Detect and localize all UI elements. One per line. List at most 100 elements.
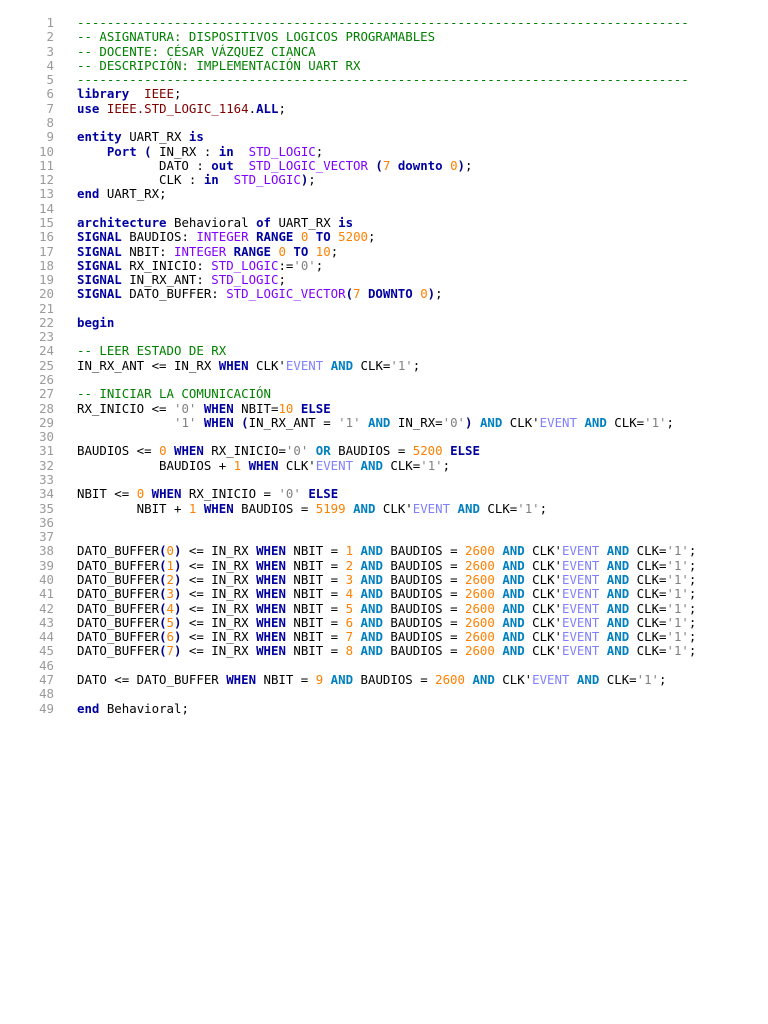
token-identifier: CLK'	[524, 614, 563, 630]
token-identifier: NBIT =	[285, 643, 346, 659]
line-number: 34	[39, 486, 54, 502]
token-attribute: EVENT	[562, 571, 600, 587]
token-identifier	[196, 415, 203, 430]
token-string-literal: '0'	[293, 257, 316, 273]
line-number: 9	[46, 129, 54, 145]
line-number: 43	[39, 614, 54, 630]
token-type: INTEGER	[196, 229, 249, 245]
token-identifier: CLK'	[502, 414, 540, 430]
token-string-literal: '1'	[517, 500, 540, 516]
line-number: 24	[39, 343, 54, 359]
token-keyword: ELSE	[300, 400, 331, 416]
line-number: 18	[39, 257, 54, 273]
line-source: entity UART_RX is	[77, 130, 204, 144]
token-identifier: Behavioral;	[99, 700, 189, 716]
line-source: CLK : in STD_LOGIC);	[77, 172, 316, 188]
token-attribute: EVENT	[562, 543, 600, 559]
line-source: SIGNAL RX_INICIO: STD_LOGIC:='0';	[77, 257, 323, 273]
token-identifier: ;	[688, 557, 697, 573]
token-identifier: <= IN_RX	[181, 571, 257, 587]
token-operator-keyword: AND	[360, 629, 383, 645]
token-operator-keyword: AND	[353, 500, 376, 516]
line-number: 11	[39, 157, 54, 173]
token-attribute: EVENT	[562, 614, 600, 630]
line-source: DATO_BUFFER(1) <= IN_RX WHEN NBIT = 2 AN…	[77, 557, 697, 573]
token-keyword: WHEN	[256, 543, 286, 559]
line-number: 17	[39, 243, 54, 259]
token-number: 2600	[465, 614, 495, 630]
line-number: 30	[39, 429, 54, 445]
token-number: 2600	[465, 586, 495, 602]
line-number: 41	[39, 586, 54, 602]
token-operator-keyword: AND	[360, 557, 383, 573]
token-identifier	[129, 86, 144, 101]
token-comment: -- INICIAR LA COMUNICACIÓN	[77, 386, 271, 402]
token-operator-keyword: AND	[576, 671, 600, 687]
token-identifier: NBIT =	[285, 571, 346, 587]
token-string-literal: '1'	[390, 357, 413, 373]
token-identifier	[241, 458, 248, 473]
token-identifier: NBIT=	[233, 400, 279, 416]
token-identifier: IN_RX=	[390, 414, 443, 430]
token-string-literal: '1'	[173, 414, 197, 430]
token-number: 0	[278, 243, 286, 259]
token-identifier: CLK=	[629, 643, 667, 659]
token-operator-keyword: AND	[360, 543, 383, 559]
line-number: 19	[39, 272, 54, 288]
token-operator-keyword: AND	[502, 543, 525, 559]
token-keyword: WHEN	[256, 586, 286, 602]
token-operator-keyword: AND	[360, 614, 383, 630]
token-identifier	[361, 286, 368, 301]
line-number: 14	[39, 200, 54, 216]
token-paren: (	[159, 557, 167, 573]
token-string-literal: '1'	[666, 643, 689, 659]
token-attribute: EVENT	[562, 643, 600, 659]
token-attribute: EVENT	[562, 629, 600, 645]
line-number: 7	[46, 100, 54, 116]
token-number: 1	[233, 457, 242, 473]
token-identifier: BAUDIOS =	[330, 443, 413, 459]
token-paren: (	[159, 629, 167, 645]
token-identifier: NBIT =	[285, 557, 346, 573]
token-operator-keyword: AND	[330, 671, 354, 687]
token-identifier: UART_RX	[270, 214, 339, 230]
token-identifier: IN_RX :	[151, 143, 219, 159]
token-identifier: BAUDIOS +	[77, 457, 234, 473]
token-identifier	[390, 158, 397, 173]
line-source: SIGNAL IN_RX_ANT: STD_LOGIC;	[77, 272, 286, 288]
token-identifier: Behavioral	[166, 214, 257, 230]
token-number: 5	[166, 614, 174, 630]
token-attribute: EVENT	[315, 457, 354, 473]
token-identifier: ;	[659, 671, 667, 687]
token-keyword: WHEN	[226, 671, 257, 687]
token-number: 2600	[435, 671, 465, 687]
line-number: 44	[39, 629, 54, 645]
token-number: 8	[345, 643, 354, 659]
token-number: 5200	[412, 443, 443, 459]
token-identifier: BAUDIOS =	[382, 557, 465, 573]
token-identifier: CLK :	[77, 172, 204, 188]
line-source: end Behavioral;	[77, 700, 189, 716]
token-keyword: TO	[315, 229, 331, 245]
token-identifier: ;	[688, 629, 697, 645]
token-keyword: WHEN	[218, 357, 249, 373]
token-identifier: DATO_BUFFER	[77, 543, 160, 559]
line-number: 16	[39, 229, 54, 245]
token-number: 3	[166, 586, 174, 602]
token-identifier	[599, 543, 606, 558]
token-identifier: <= IN_RX	[181, 629, 257, 645]
token-comment: -- ASIGNATURA: DISPOSITIVOS LOGICOS PROG…	[77, 29, 436, 45]
token-identifier: ;	[688, 614, 697, 630]
token-library-name: IEEE	[144, 86, 174, 102]
token-number: 10	[315, 243, 331, 259]
line-number: 6	[46, 86, 54, 102]
line-source: Port ( IN_RX : in STD_LOGIC;	[77, 143, 323, 159]
token-identifier: NBIT =	[285, 614, 346, 630]
token-identifier	[323, 358, 330, 373]
token-keyword: SIGNAL	[77, 272, 122, 288]
token-operator-keyword: AND	[502, 614, 525, 630]
token-string-literal: '0'	[173, 400, 197, 416]
line-number: 10	[39, 143, 54, 159]
token-identifier	[353, 615, 360, 630]
token-identifier: CLK=	[479, 500, 518, 516]
